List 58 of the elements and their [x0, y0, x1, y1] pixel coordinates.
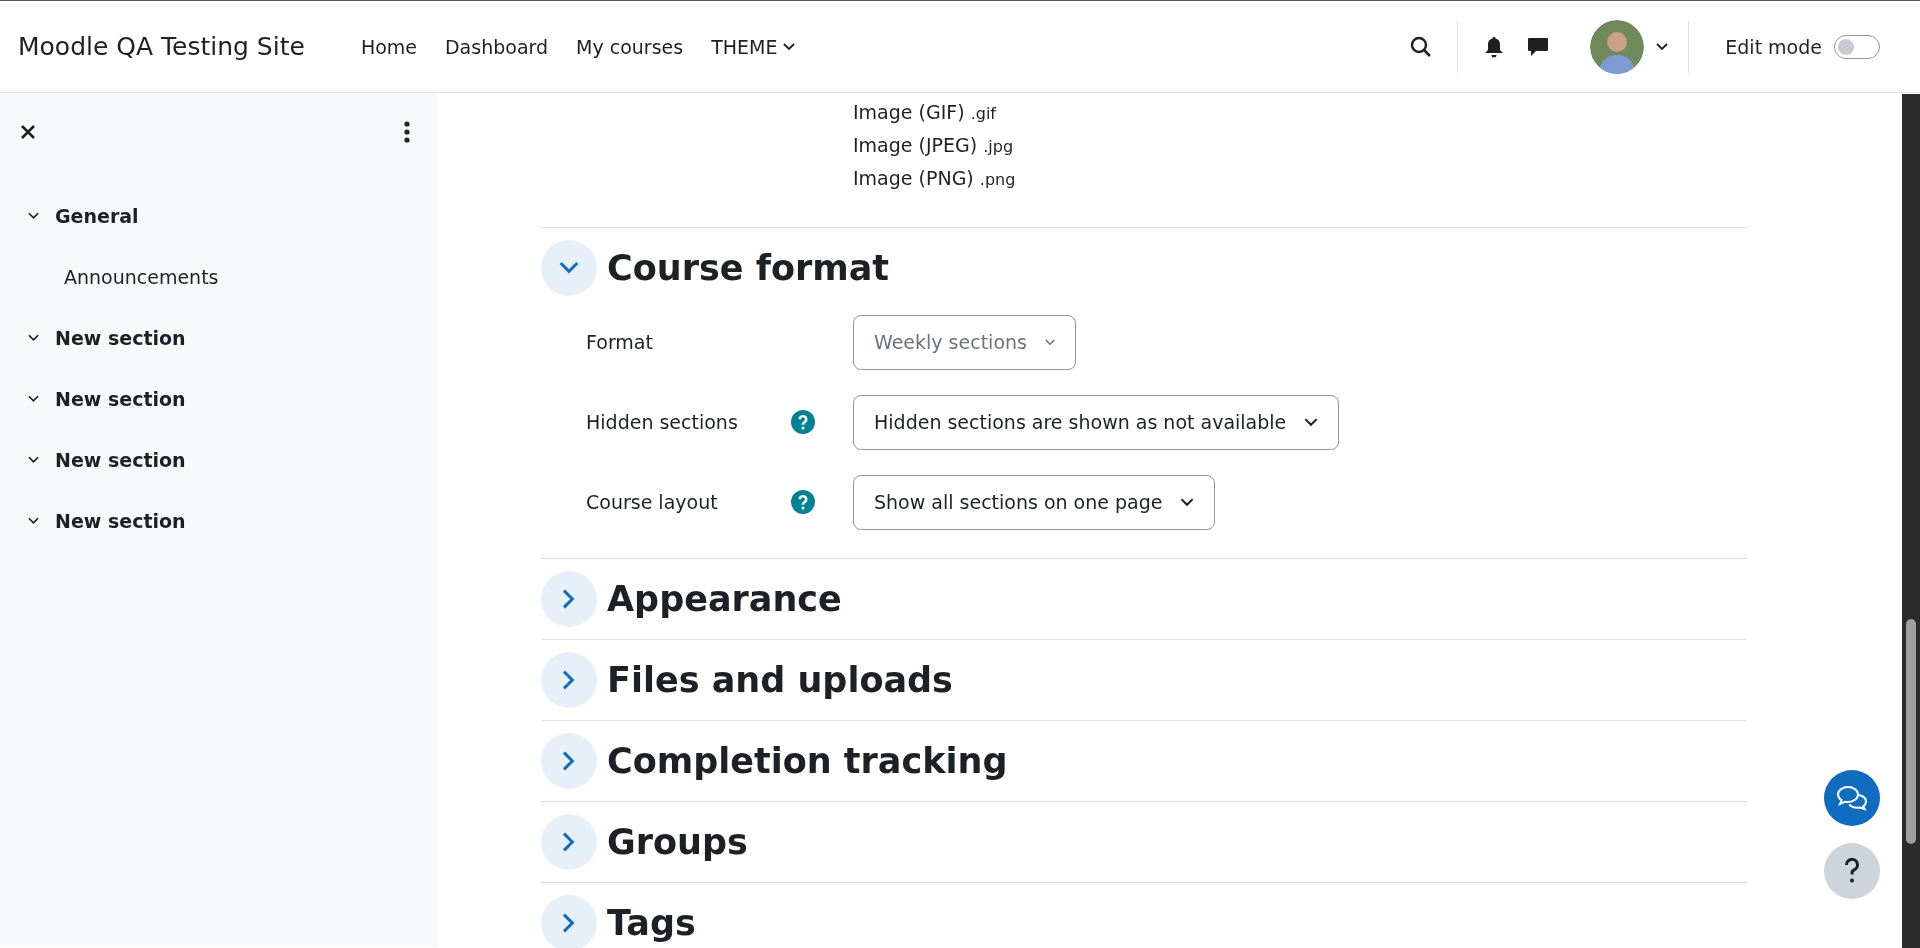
caret-icon	[783, 42, 796, 51]
chat-button[interactable]	[1824, 770, 1880, 826]
section-heading: Files and uploads	[607, 660, 953, 700]
chevron-icon[interactable]	[28, 394, 39, 403]
edit-mode-toggle[interactable]	[1834, 34, 1880, 59]
section-heading: Appearance	[607, 579, 842, 619]
file-type: Image (PNG) .png	[853, 167, 1017, 189]
site-name[interactable]: Moodle QA Testing Site	[18, 32, 305, 61]
nav-link[interactable]: Dashboard	[433, 27, 561, 66]
bell-icon[interactable]	[1484, 35, 1505, 58]
file-type: Image (GIF) .gif	[853, 101, 998, 123]
field-label: Hidden sections	[585, 411, 739, 433]
expand-toggle[interactable]	[541, 895, 597, 948]
nav-link[interactable]: THEME	[699, 27, 808, 66]
caret-icon	[1656, 42, 1669, 51]
sidebar-section[interactable]: New section	[0, 490, 438, 551]
section-heading: Course format	[607, 248, 890, 288]
chevron-icon[interactable]	[28, 211, 39, 220]
sidebar-section[interactable]: New section	[0, 368, 438, 429]
nav-link[interactable]: My courses	[564, 27, 696, 66]
chevron-icon[interactable]	[28, 516, 39, 525]
sidebar-section[interactable]: General	[0, 185, 438, 246]
edit-mode-label: Edit mode	[1725, 35, 1822, 58]
expand-toggle[interactable]	[541, 240, 597, 296]
search-icon[interactable]	[1410, 35, 1433, 58]
section-heading: Tags	[607, 903, 696, 943]
file-type: Image (JPEG) .jpg	[853, 134, 1015, 156]
kebab-menu-icon[interactable]	[404, 121, 410, 143]
help-icon[interactable]	[791, 490, 815, 514]
field-label: Course layout	[585, 491, 719, 513]
sidebar-section[interactable]: New section	[0, 307, 438, 368]
caret-icon[interactable]	[1180, 497, 1195, 507]
scrollbar[interactable]	[1902, 94, 1920, 948]
section-label[interactable]: New section	[55, 448, 186, 471]
expand-toggle[interactable]	[541, 733, 597, 789]
close-icon[interactable]	[20, 124, 36, 140]
help-button[interactable]	[1824, 843, 1880, 899]
expand-toggle[interactable]	[541, 652, 597, 708]
chat-icon[interactable]	[1527, 36, 1550, 57]
section-label[interactable]: New section	[55, 387, 186, 410]
chevron-icon[interactable]	[28, 455, 39, 464]
chevron-icon[interactable]	[28, 333, 39, 342]
expand-toggle[interactable]	[541, 814, 597, 870]
sidebar-section[interactable]: New section	[0, 429, 438, 490]
sidebar-item[interactable]: Announcements	[0, 246, 438, 307]
section-label[interactable]: New section	[55, 509, 186, 532]
question-mark-icon[interactable]	[1844, 858, 1860, 884]
expand-toggle[interactable]	[541, 571, 597, 627]
select-dropdown[interactable]: Hidden sections are shown as not available	[853, 394, 1340, 450]
help-icon[interactable]	[791, 410, 815, 434]
section-heading: Completion tracking	[607, 741, 1008, 781]
select-dropdown[interactable]: Show all sections on one page	[853, 474, 1216, 530]
caret-icon[interactable]	[1304, 417, 1319, 427]
section-label[interactable]: General	[55, 204, 139, 227]
section-label[interactable]: New section	[55, 326, 186, 349]
nav-link[interactable]: Home	[348, 27, 429, 66]
section-heading: Groups	[607, 822, 748, 862]
field-label: Format	[585, 331, 654, 353]
